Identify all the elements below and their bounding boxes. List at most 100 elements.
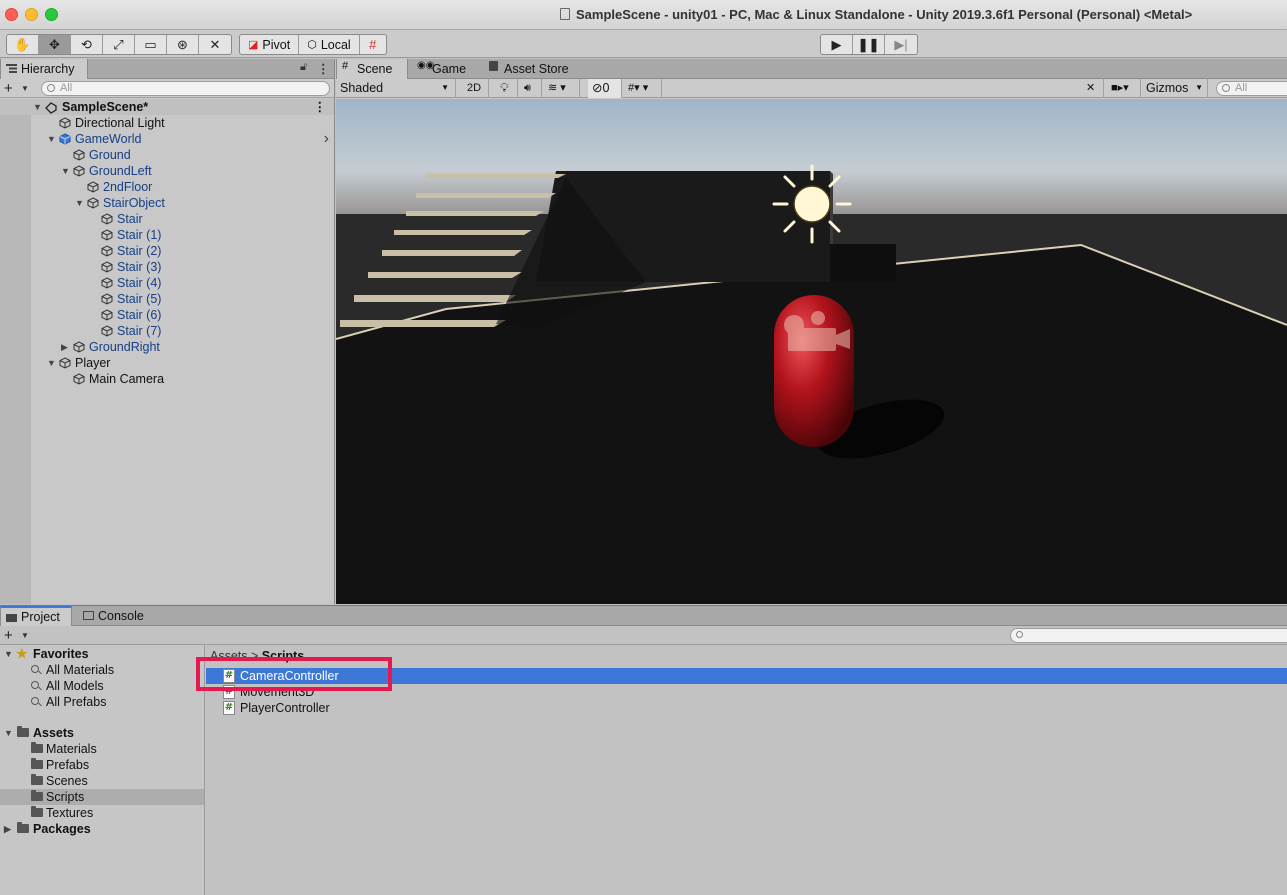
scene-grid-icon: # <box>342 60 349 72</box>
shading-mode-dropdown[interactable]: Shaded ▼ <box>336 79 456 98</box>
asset-folder-item[interactable]: Materials <box>0 741 204 757</box>
script-file-item[interactable]: # PlayerController <box>206 700 1287 716</box>
hierarchy-item[interactable]: Main Camera <box>0 371 334 387</box>
hierarchy-item[interactable]: Stair (3) <box>0 259 334 275</box>
favorite-item[interactable]: All Models <box>0 678 204 694</box>
hierarchy-item[interactable]: Directional Light <box>0 115 334 131</box>
minimize-window-button[interactable] <box>25 8 38 21</box>
expand-arrow-icon[interactable]: ▼ <box>33 99 42 115</box>
move-tool-icon[interactable]: ✥ <box>39 35 71 54</box>
tools-icon[interactable]: ✕ <box>1082 79 1104 98</box>
camera-dropdown-icon[interactable]: ■▸▾ <box>1107 79 1141 98</box>
local-button[interactable]: ⬡ Local <box>299 35 360 54</box>
second-floor-shadow <box>830 244 896 282</box>
assets-expand-icon[interactable]: ▼ <box>4 725 13 741</box>
more-options-icon[interactable]: ⋮ <box>317 61 330 76</box>
lighting-icon[interactable]: 💡︎ <box>496 79 518 98</box>
hierarchy-item-label: Stair (4) <box>117 276 162 290</box>
collapse-arrow-icon[interactable]: ▼ <box>47 355 56 371</box>
maximize-window-button[interactable] <box>45 8 58 21</box>
hierarchy-item[interactable]: Stair (7) <box>0 323 334 339</box>
hierarchy-item[interactable]: Stair (1) <box>0 227 334 243</box>
open-prefab-chevron-icon[interactable]: › <box>324 131 329 147</box>
tab-hierarchy[interactable]: Hierarchy <box>0 59 88 79</box>
hierarchy-item[interactable]: Ground <box>0 147 334 163</box>
asset-folder-item[interactable]: Textures <box>0 805 204 821</box>
favorite-item[interactable]: All Materials <box>0 662 204 678</box>
tab-scene[interactable]: # Scene <box>336 59 408 79</box>
scene-tabbar: # Scene ◉◉ Game Asset Store <box>336 59 1287 79</box>
chevron-down-icon: ▼ <box>441 83 449 92</box>
expand-arrow-icon[interactable]: ▶ <box>61 339 68 355</box>
hierarchy-item[interactable]: ▼ GameWorld › <box>0 131 334 147</box>
hierarchy-item[interactable]: ▼ GroundLeft <box>0 163 334 179</box>
pause-button[interactable]: ❚❚ <box>853 35 885 54</box>
hierarchy-item[interactable]: ▼ StairObject <box>0 195 334 211</box>
close-window-button[interactable] <box>5 8 18 21</box>
grid-snap-icon[interactable]: # <box>360 35 386 54</box>
scene-render[interactable] <box>336 99 1287 604</box>
rect-tool-icon[interactable]: ▭ <box>135 35 167 54</box>
tab-game[interactable]: ◉◉ Game <box>412 59 474 79</box>
scene-search-input[interactable]: All <box>1216 81 1287 96</box>
scene-menu-icon[interactable]: ⋮ <box>314 99 327 115</box>
hierarchy-search-input[interactable]: All <box>41 81 330 96</box>
hierarchy-item[interactable]: 2ndFloor <box>0 179 334 195</box>
hierarchy-item[interactable]: Stair (5) <box>0 291 334 307</box>
toggle-2d-button[interactable]: 2D <box>463 79 489 98</box>
collapse-arrow-icon[interactable]: ▼ <box>47 131 56 147</box>
scene-viewport[interactable] <box>336 99 1287 604</box>
asset-folder-item[interactable]: Prefabs <box>0 757 204 773</box>
hierarchy-item[interactable]: Stair (2) <box>0 243 334 259</box>
favorites-row[interactable]: ▼ ★ Favorites <box>0 646 204 662</box>
tab-asset-store[interactable]: Asset Store <box>484 59 577 79</box>
dropdown-arrow-icon[interactable]: ▼ <box>21 84 29 93</box>
tab-console[interactable]: Console <box>78 606 152 626</box>
hierarchy-item[interactable]: ▼ Player <box>0 355 334 371</box>
hidden-count: 0 <box>602 81 610 95</box>
pivot-local-group: ◪ Pivot ⬡ Local # <box>239 34 387 55</box>
project-search-input[interactable] <box>1010 628 1287 643</box>
assets-row[interactable]: ▼ Assets <box>0 725 204 741</box>
gameobject-cube-icon <box>101 325 113 337</box>
hierarchy-search-placeholder: All <box>60 82 73 94</box>
hierarchy-tree: ▼ SampleScene* ⋮ Directional Light ▼ GameW… <box>0 99 334 387</box>
search-filter-icon <box>31 665 39 673</box>
hierarchy-item[interactable]: Stair (6) <box>0 307 334 323</box>
favorites-expand-icon[interactable]: ▼ <box>4 646 13 662</box>
hand-tool-icon[interactable]: ✋ <box>7 35 39 54</box>
favorite-item[interactable]: All Prefabs <box>0 694 204 710</box>
project-create-arrow-icon[interactable]: ▼ <box>21 631 29 640</box>
hierarchy-item[interactable]: Stair (4) <box>0 275 334 291</box>
effects-icon[interactable]: ≋ ▾ <box>544 79 580 98</box>
collapse-arrow-icon[interactable]: ▼ <box>75 195 84 211</box>
play-button[interactable]: ▶ <box>821 35 853 54</box>
tab-project[interactable]: Project <box>0 606 72 626</box>
packages-expand-icon[interactable]: ▶ <box>4 821 11 837</box>
packages-folder-icon <box>17 822 29 833</box>
hierarchy-item[interactable]: Stair <box>0 211 334 227</box>
hierarchy-item[interactable]: ▶ GroundRight <box>0 339 334 355</box>
scene-row[interactable]: ▼ SampleScene* ⋮ <box>0 99 334 115</box>
scene-visibility-toggle[interactable]: ⊘0 <box>588 79 622 98</box>
pivot-button[interactable]: ◪ Pivot <box>240 35 300 54</box>
rotate-tool-icon[interactable]: ⟲ <box>71 35 103 54</box>
lock-icon[interactable]: 🔓︎ <box>300 61 307 74</box>
collapse-arrow-icon[interactable]: ▼ <box>61 163 70 179</box>
audio-icon[interactable]: 🔊︎ <box>520 79 542 98</box>
gizmos-dropdown[interactable]: Gizmos ▼ <box>1142 79 1208 98</box>
create-plus-icon[interactable]: + <box>4 80 13 97</box>
asset-folder-item[interactable]: Scenes <box>0 773 204 789</box>
grid-toggle-icon[interactable]: #▾ ▾ <box>624 79 662 98</box>
scale-tool-icon[interactable]: ⤢ <box>103 35 135 54</box>
custom-tool-icon[interactable]: ✕ <box>199 35 231 54</box>
asset-folder-item[interactable]: Scripts <box>0 789 204 805</box>
search-icon <box>47 84 55 92</box>
packages-row[interactable]: ▶ Packages <box>0 821 204 837</box>
step-button[interactable]: ▶| <box>885 35 917 54</box>
hierarchy-tabbar: Hierarchy 🔓︎ ⋮ <box>0 59 334 79</box>
pivot-label: Pivot <box>262 37 291 52</box>
transform-tool-icon[interactable]: ⊛ <box>167 35 199 54</box>
sun-light-gizmo-icon[interactable] <box>772 164 852 244</box>
project-create-plus-icon[interactable]: + <box>4 627 13 644</box>
